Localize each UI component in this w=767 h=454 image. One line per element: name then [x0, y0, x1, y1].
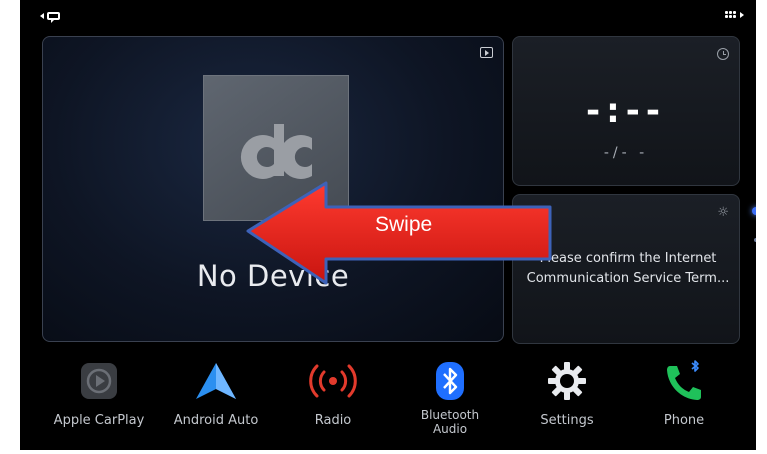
dock-label: Bluetooth Audio: [420, 408, 480, 436]
page-indicator-active[interactable]: [752, 207, 756, 215]
dock-item-android-auto[interactable]: Android Auto: [161, 354, 271, 428]
page-indicator-inactive[interactable]: [754, 238, 756, 242]
bluetooth-icon: [436, 362, 464, 400]
dock-item-apple-carplay[interactable]: Apple CarPlay: [44, 354, 154, 428]
message-icon: [47, 12, 60, 23]
android-auto-icon: [196, 363, 236, 399]
clock-widget[interactable]: -:-- -/- -: [512, 36, 740, 186]
dock-label: Settings: [540, 413, 594, 428]
app-grid-button[interactable]: [725, 11, 744, 18]
media-source-icon: [480, 47, 493, 58]
gear-icon: [548, 362, 586, 400]
clock-icon: [717, 48, 729, 60]
carplay-icon: [81, 363, 117, 399]
clock-time: -:--: [586, 91, 666, 131]
head-unit-screen: No Device -:-- -/- - ☼ Please confirm th…: [20, 0, 756, 450]
swipe-label: Swipe: [375, 213, 433, 236]
dock-label: Apple CarPlay: [53, 413, 145, 428]
dock-item-bluetooth-audio[interactable]: Bluetooth Audio: [395, 354, 505, 436]
dock-item-phone[interactable]: Phone: [629, 354, 739, 428]
back-chat-button[interactable]: [40, 12, 60, 23]
dock-label: Android Auto: [173, 413, 259, 428]
chevron-left-icon: [40, 13, 44, 19]
dock-item-radio[interactable]: Radio: [278, 354, 388, 428]
chevron-right-icon: [740, 11, 744, 18]
app-grid-icon: [725, 11, 736, 18]
radio-icon: [309, 364, 357, 398]
clock-date: -/- -: [603, 145, 649, 161]
dock-label: Phone: [663, 413, 705, 428]
dock-item-settings[interactable]: Settings: [512, 354, 622, 428]
phone-icon: [667, 360, 701, 400]
dock-label: Radio: [314, 413, 352, 428]
app-dock: Apple CarPlay Android Auto Radio Bluetoo…: [42, 354, 746, 450]
weather-icon: ☼: [717, 205, 729, 220]
